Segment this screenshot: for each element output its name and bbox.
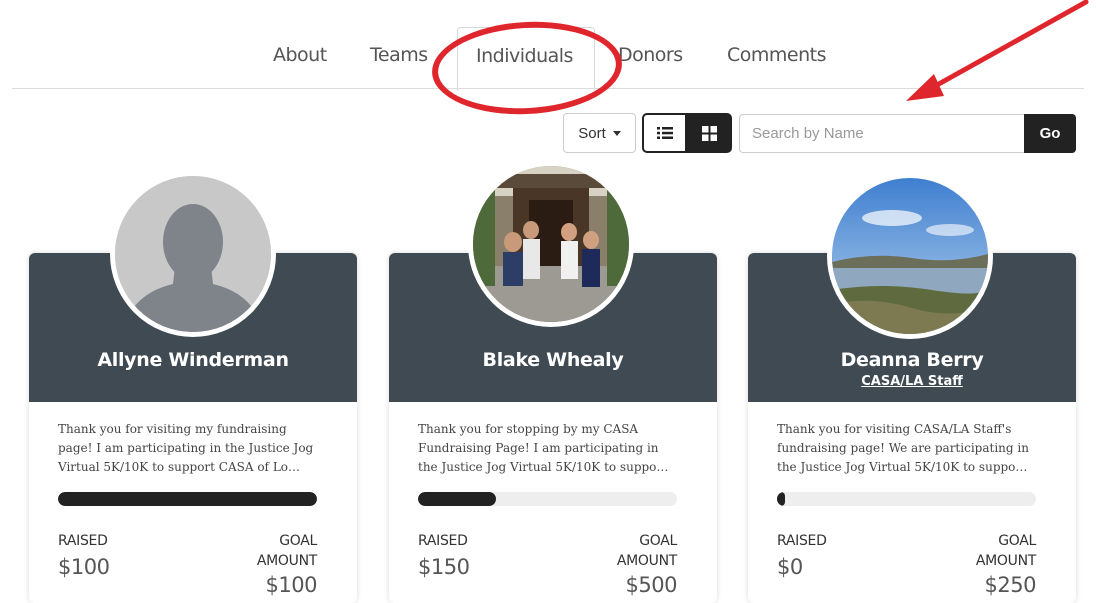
goal-amount: $500 [625, 573, 678, 597]
card-description: Thank you for visiting CASA/LA Staff's f… [777, 420, 1039, 477]
fundraiser-card[interactable]: Allyne Winderman Thank you for visiting … [29, 171, 357, 603]
sort-label: Sort [578, 124, 606, 142]
silhouette-avatar-icon [115, 176, 271, 332]
tab-about[interactable]: About [273, 44, 327, 66]
amount-label: AMOUNT [616, 553, 677, 569]
avatar [827, 173, 993, 339]
raised-label: RAISED [418, 533, 468, 549]
description-line: the Justice Jog Virtual 5K/10K to suppo… [418, 460, 669, 474]
description-line: Thank you for visiting CASA/LA Staff's [777, 422, 1012, 436]
description-line: page! I am participating in the Justice … [58, 441, 314, 455]
search-input[interactable] [739, 114, 1025, 153]
progress-bar [58, 492, 317, 506]
raised-label: RAISED [58, 533, 108, 549]
card-description: Thank you for visiting my fundraising pa… [58, 420, 320, 477]
red-arrow-annotation [906, 0, 1089, 101]
goal-amount: $100 [265, 573, 318, 597]
go-button[interactable]: Go [1024, 114, 1076, 153]
description-line: the Justice Jog Virtual 5K/10K to suppo… [777, 460, 1028, 474]
progress-fill [418, 492, 496, 506]
goal-label: GOAL [998, 533, 1036, 549]
goal-amount: $250 [984, 573, 1037, 597]
lake-landscape-image [832, 178, 988, 334]
raised-amount: $150 [418, 555, 470, 579]
raised-amount: $0 [777, 555, 803, 579]
description-line: Fundraising Page! I am participating in [418, 441, 659, 455]
tab-comments[interactable]: Comments [727, 44, 827, 66]
participant-name[interactable]: Allyne Winderman [29, 349, 357, 371]
tab-individuals-label: Individuals [476, 45, 573, 67]
goal-label: GOAL [279, 533, 317, 549]
tab-teams[interactable]: Teams [370, 44, 428, 66]
progress-fill [58, 492, 317, 506]
tab-individuals[interactable]: Individuals [457, 27, 595, 91]
fundraiser-card[interactable]: Deanna Berry CASA/LA Staff Thank you for… [748, 173, 1076, 603]
view-toggle [642, 113, 733, 153]
tab-donors[interactable]: Donors [618, 44, 683, 66]
description-line: Thank you for visiting my fundraising [58, 422, 287, 436]
list-view-button[interactable] [642, 113, 687, 153]
sort-dropdown-button[interactable]: Sort [563, 113, 636, 153]
progress-bar [777, 492, 1036, 506]
grid-icon [702, 125, 717, 141]
avatar [468, 161, 634, 327]
amount-label: AMOUNT [975, 553, 1036, 569]
team-link[interactable]: CASA/LA Staff [748, 374, 1076, 389]
raised-label: RAISED [777, 533, 827, 549]
card-description: Thank you for stopping by my CASA Fundra… [418, 420, 680, 477]
progress-fill [777, 492, 785, 506]
group-photo-image [473, 166, 629, 322]
goal-label: GOAL [639, 533, 677, 549]
grid-view-button[interactable] [687, 113, 732, 153]
fundraiser-card[interactable]: Blake Whealy Thank you for stopping by m… [389, 161, 717, 603]
description-line: fundraising page! We are participating i… [777, 441, 1029, 455]
participant-name[interactable]: Blake Whealy [389, 349, 717, 371]
participant-name[interactable]: Deanna Berry [748, 349, 1076, 371]
avatar [110, 171, 276, 337]
caret-down-icon [612, 130, 621, 136]
list-icon [656, 127, 673, 139]
description-line: Thank you for stopping by my CASA [418, 422, 639, 436]
raised-amount: $100 [58, 555, 110, 579]
progress-bar [418, 492, 677, 506]
amount-label: AMOUNT [256, 553, 317, 569]
description-line: Virtual 5K/10K to support CASA of Lo… [58, 460, 301, 474]
